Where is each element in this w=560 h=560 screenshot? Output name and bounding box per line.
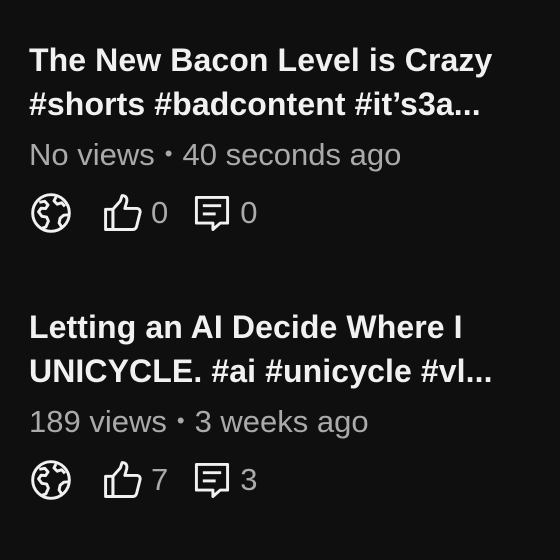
video-title[interactable]: The New Bacon Level is Crazy #shorts #ba… <box>29 38 549 126</box>
thumbs-up-icon <box>101 191 145 235</box>
like-count: 7 <box>151 462 169 497</box>
video-list-item[interactable]: Letting an AI Decide Where I UNICYCLE. #… <box>29 305 549 502</box>
like-count: 0 <box>151 195 169 230</box>
video-stats-row: 0 0 <box>29 191 549 235</box>
video-title-line-1: The New Bacon Level is Crazy <box>29 42 493 78</box>
video-title-line-1: Letting an AI Decide Where I <box>29 309 463 345</box>
upload-age: 40 seconds ago <box>182 137 402 172</box>
upload-age: 3 weeks ago <box>194 404 369 439</box>
comment-icon <box>190 458 234 502</box>
video-title-line-2: #shorts #badcontent #it’s3a... <box>29 86 481 122</box>
video-list-item[interactable]: The New Bacon Level is Crazy #shorts #ba… <box>29 38 549 235</box>
thumbs-up-icon <box>101 458 145 502</box>
likes-stat[interactable]: 0 <box>101 191 168 235</box>
comment-icon <box>190 191 234 235</box>
video-stats-row: 7 3 <box>29 458 549 502</box>
video-metadata: 189 views • 3 weeks ago <box>29 401 549 442</box>
view-count: 189 views <box>29 404 167 439</box>
comment-count: 3 <box>240 462 258 497</box>
video-metadata: No views • 40 seconds ago <box>29 134 549 175</box>
video-title[interactable]: Letting an AI Decide Where I UNICYCLE. #… <box>29 305 549 393</box>
view-count: No views <box>29 137 155 172</box>
video-title-line-2: UNICYCLE. #ai #unicycle #vl... <box>29 353 493 389</box>
comment-count: 0 <box>240 195 258 230</box>
meta-separator: • <box>164 141 173 166</box>
likes-stat[interactable]: 7 <box>101 458 168 502</box>
comments-stat[interactable]: 0 <box>190 191 258 235</box>
meta-separator: • <box>176 408 185 433</box>
comments-stat[interactable]: 3 <box>190 458 258 502</box>
globe-icon[interactable] <box>29 191 73 235</box>
globe-icon[interactable] <box>29 458 73 502</box>
